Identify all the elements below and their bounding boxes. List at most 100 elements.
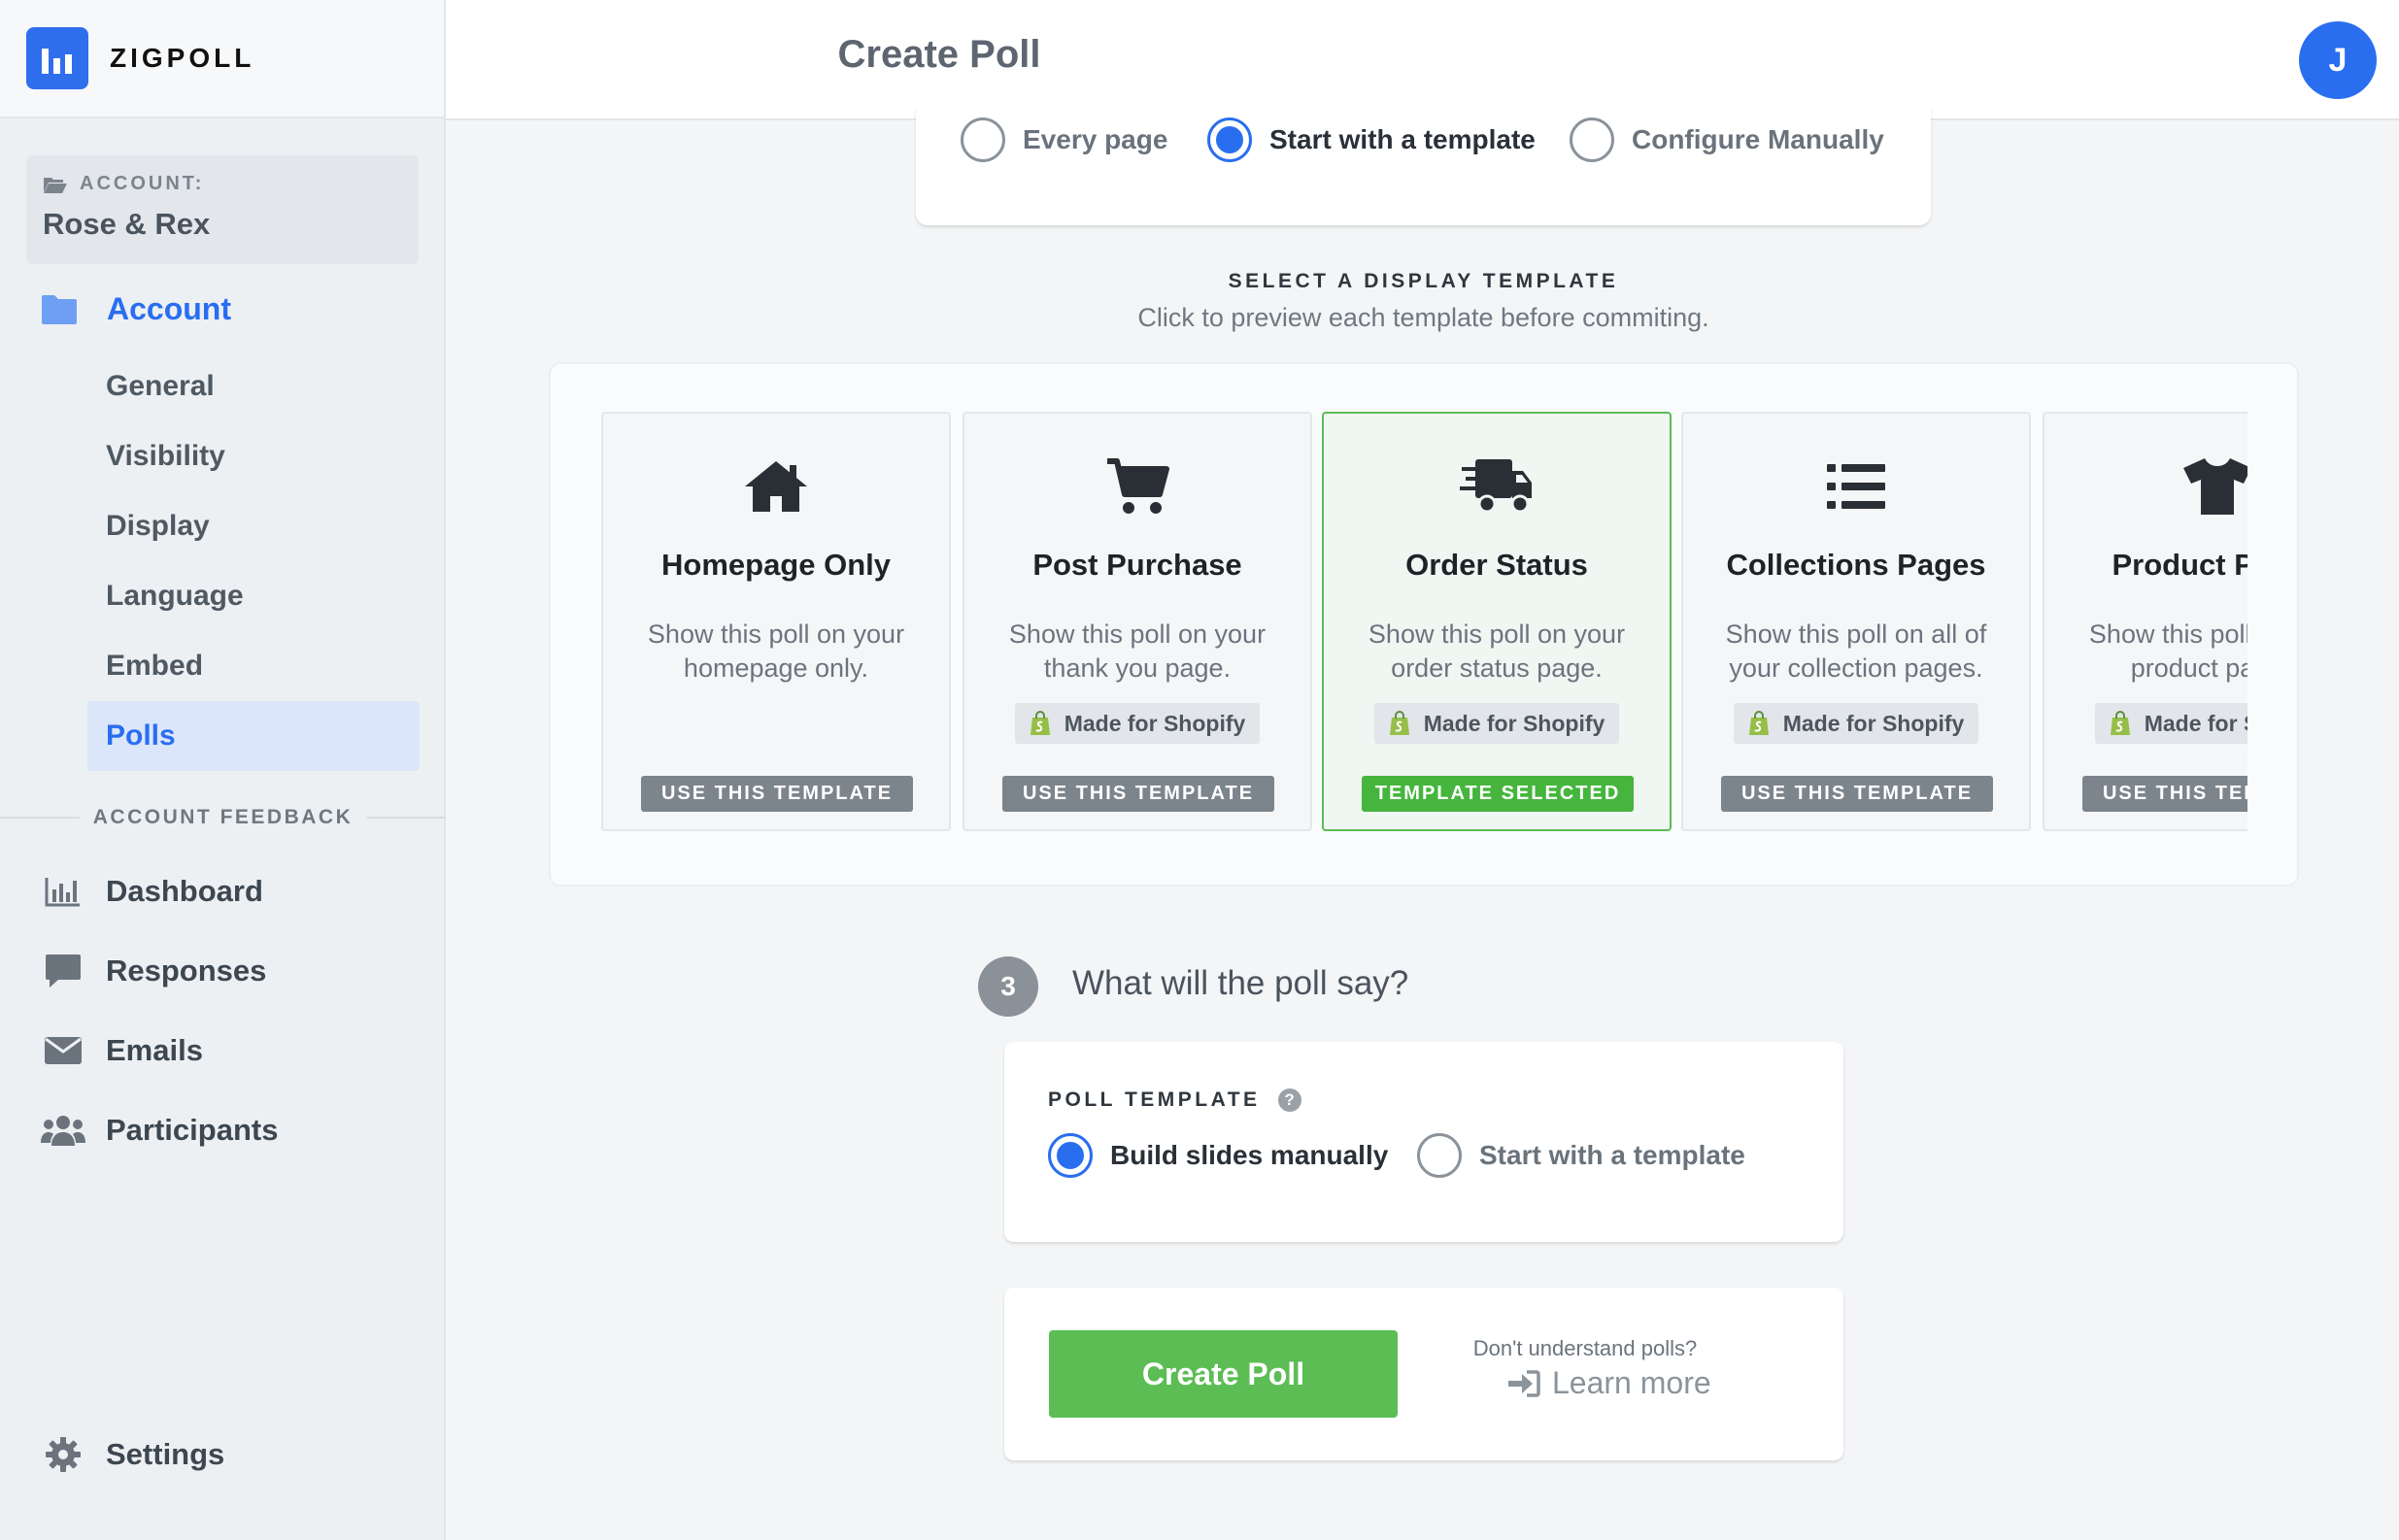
shopify-bag-icon bbox=[1030, 711, 1050, 735]
radio-button[interactable] bbox=[1570, 117, 1614, 162]
sidebar-item-label: Dashboard bbox=[106, 874, 263, 908]
template-description: Show this poll on your order status page… bbox=[1368, 619, 1626, 683]
sidebar-item-label: Participants bbox=[106, 1113, 279, 1147]
house-icon bbox=[603, 452, 949, 520]
sidebar-item-general[interactable]: General bbox=[87, 352, 420, 421]
shopify-bag-icon bbox=[1748, 711, 1769, 735]
template-selected-button[interactable]: TEMPLATE SELECTED bbox=[1362, 776, 1634, 812]
account-feedback-divider: ACCOUNT FEEDBACK bbox=[0, 802, 446, 833]
template-card-order-status[interactable]: Order Status Show this poll on your orde… bbox=[1322, 412, 1672, 831]
shopify-badge-label: Made for Shopify bbox=[2144, 710, 2247, 736]
template-title: Order Status bbox=[1405, 548, 1588, 582]
folder-icon bbox=[42, 294, 77, 324]
sidebar-item-responses[interactable]: Responses bbox=[39, 931, 278, 1011]
shopify-badge-label: Made for Shopify bbox=[1064, 710, 1246, 736]
sidebar-item-language[interactable]: Language bbox=[87, 561, 420, 631]
sidebar-item-display[interactable]: Display bbox=[87, 491, 420, 561]
gear-icon bbox=[39, 1436, 87, 1473]
template-title: Product Pages bbox=[2112, 548, 2247, 582]
step-title: What will the poll say? bbox=[1072, 964, 1409, 1002]
template-description: Show this poll on all of your collection… bbox=[1725, 619, 1987, 683]
help-icon[interactable]: ? bbox=[1277, 1088, 1301, 1112]
radio-start-with-template[interactable]: Start with a template bbox=[1207, 117, 1536, 162]
shopify-badge-label: Made for Shopify bbox=[1423, 710, 1605, 736]
radio-button[interactable] bbox=[961, 117, 1005, 162]
display-template-panel: Homepage Only Show this poll on your hom… bbox=[549, 362, 2299, 887]
learn-more-label: Learn more bbox=[1552, 1365, 1711, 1400]
use-template-button[interactable]: USE THIS TEMPLATE bbox=[1721, 776, 1993, 812]
avatar[interactable]: J bbox=[2299, 21, 2377, 99]
template-description: Show this poll on your thank you page. bbox=[1008, 619, 1267, 683]
poll-template-caption: POLL TEMPLATE ? bbox=[1048, 1088, 1301, 1112]
zigpoll-logo-icon bbox=[26, 27, 88, 89]
cart-icon bbox=[964, 452, 1310, 520]
sidebar-item-polls[interactable]: Polls bbox=[87, 701, 420, 771]
shopify-badge: Made for Shopify bbox=[1374, 703, 1619, 744]
template-card-product-pages[interactable]: Product Pages Show this poll on your pro… bbox=[2043, 412, 2247, 831]
template-title: Homepage Only bbox=[661, 548, 891, 582]
feedback-nav: Dashboard Responses Emails Participants bbox=[39, 852, 278, 1170]
list-icon bbox=[1683, 452, 2029, 520]
use-template-button[interactable]: USE THIS TEMPLATE bbox=[641, 776, 913, 812]
divider-line-left bbox=[0, 817, 80, 819]
template-title: Post Purchase bbox=[1032, 548, 1242, 582]
sidebar-item-embed[interactable]: Embed bbox=[87, 631, 420, 701]
sidebar-item-label: Emails bbox=[106, 1033, 203, 1067]
template-description: Show this poll on your product pages. bbox=[2088, 619, 2247, 683]
sidebar-item-settings[interactable]: Settings bbox=[39, 1436, 224, 1473]
template-card-post-purchase[interactable]: Post Purchase Show this poll on your tha… bbox=[963, 412, 1312, 831]
radio-label: Configure Manually bbox=[1632, 124, 1884, 154]
tshirt-icon bbox=[2044, 452, 2247, 520]
learn-more-link[interactable]: Learn more bbox=[1507, 1365, 1711, 1401]
step-number-badge: 3 bbox=[978, 956, 1038, 1017]
delivery-truck-icon bbox=[1324, 452, 1670, 520]
users-icon bbox=[39, 1114, 87, 1147]
create-poll-actions: Create Poll Don't understand polls? Lear… bbox=[1004, 1288, 1843, 1460]
page-selector-card: Every page Start with a template Configu… bbox=[916, 107, 1931, 225]
template-card-homepage-only[interactable]: Homepage Only Show this poll on your hom… bbox=[601, 412, 951, 831]
template-carousel[interactable]: Homepage Only Show this poll on your hom… bbox=[601, 412, 2247, 831]
sidebar: ZIGPOLL ACCOUNT: Rose & Rex Account Gene… bbox=[0, 0, 446, 1540]
radio-label: Start with a template bbox=[1269, 124, 1536, 154]
radio-button[interactable] bbox=[1417, 1133, 1462, 1178]
radio-build-slides-manually[interactable]: Build slides manually bbox=[1048, 1133, 1388, 1178]
radio-label: Start with a template bbox=[1479, 1140, 1745, 1170]
display-template-subcaption: Click to preview each template before co… bbox=[1137, 303, 1709, 332]
envelope-icon bbox=[39, 1036, 87, 1065]
account-switcher[interactable]: ACCOUNT: Rose & Rex bbox=[26, 155, 419, 264]
template-title: Collections Pages bbox=[1726, 548, 1986, 582]
sidebar-item-visibility[interactable]: Visibility bbox=[87, 421, 420, 491]
sign-in-arrow-icon bbox=[1508, 1369, 1540, 1397]
template-description: Show this poll on your homepage only. bbox=[647, 619, 905, 683]
sidebar-item-emails[interactable]: Emails bbox=[39, 1011, 278, 1090]
poll-template-label: POLL TEMPLATE bbox=[1048, 1088, 1261, 1111]
account-subnav: General Visibility Display Language Embe… bbox=[87, 352, 420, 771]
account-caption: ACCOUNT: bbox=[43, 173, 402, 195]
shopify-badge-label: Made for Shopify bbox=[1782, 710, 1965, 736]
radio-button-selected[interactable] bbox=[1048, 1133, 1093, 1178]
shopify-badge: Made for Shopify bbox=[2095, 703, 2247, 744]
use-template-button[interactable]: USE THIS TEMPLATE bbox=[2082, 776, 2247, 812]
folder-open-icon bbox=[44, 177, 67, 193]
sidebar-item-label: Settings bbox=[106, 1437, 225, 1471]
radio-button-selected[interactable] bbox=[1207, 117, 1252, 162]
radio-every-page[interactable]: Every page bbox=[961, 117, 1167, 162]
use-template-button[interactable]: USE THIS TEMPLATE bbox=[1002, 776, 1274, 812]
template-card-collections-pages[interactable]: Collections Pages Show this poll on all … bbox=[1681, 412, 2031, 831]
radio-label: Build slides manually bbox=[1110, 1140, 1389, 1170]
create-poll-button[interactable]: Create Poll bbox=[1049, 1330, 1398, 1418]
sidebar-item-label: Responses bbox=[106, 954, 267, 988]
brand[interactable]: ZIGPOLL bbox=[0, 0, 444, 118]
shopify-badge: Made for Shopify bbox=[1015, 703, 1260, 744]
sidebar-item-dashboard[interactable]: Dashboard bbox=[39, 852, 278, 931]
account-name: Rose & Rex bbox=[43, 207, 211, 241]
shopify-bag-icon bbox=[2110, 711, 2130, 735]
sidebar-section-label: Account bbox=[107, 291, 231, 326]
radio-start-with-template[interactable]: Start with a template bbox=[1417, 1133, 1745, 1178]
account-feedback-label: ACCOUNT FEEDBACK bbox=[92, 806, 354, 828]
divider-line-right bbox=[366, 817, 446, 819]
sidebar-section-account[interactable]: Account bbox=[41, 291, 231, 327]
account-caption-text: ACCOUNT: bbox=[80, 173, 205, 194]
radio-configure-manually[interactable]: Configure Manually bbox=[1570, 117, 1884, 162]
sidebar-item-participants[interactable]: Participants bbox=[39, 1090, 278, 1170]
